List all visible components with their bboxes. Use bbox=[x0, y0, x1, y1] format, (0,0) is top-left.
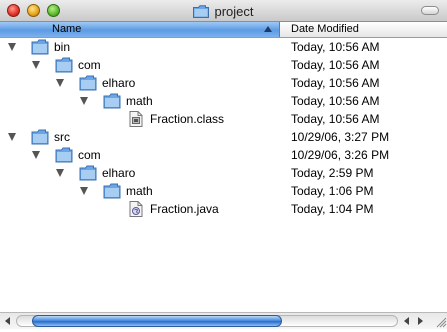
folder-icon bbox=[31, 129, 49, 145]
name-column-header[interactable]: Name bbox=[0, 22, 280, 37]
folder-icon[interactable] bbox=[193, 4, 210, 18]
item-name: com bbox=[78, 58, 101, 72]
list-item[interactable]: src 10/29/06, 3:27 PM bbox=[0, 128, 447, 146]
list-item[interactable]: com Today, 10:56 AM bbox=[0, 56, 447, 74]
window-title: project bbox=[214, 3, 254, 19]
item-date-modified: Today, 2:59 PM bbox=[291, 166, 374, 180]
item-date-modified: 10/29/06, 3:27 PM bbox=[291, 130, 390, 144]
item-date-modified: Today, 10:56 AM bbox=[291, 76, 380, 90]
list-item[interactable]: math Today, 10:56 AM bbox=[0, 92, 447, 110]
item-name: bin bbox=[54, 40, 71, 54]
folder-icon bbox=[31, 39, 49, 55]
item-date-modified: Today, 10:56 AM bbox=[291, 40, 380, 54]
item-name: src bbox=[54, 130, 70, 144]
finder-window: project Name Date Modified bin Today, 10… bbox=[0, 0, 447, 329]
date-modified-column-header[interactable]: Date Modified bbox=[281, 22, 447, 37]
list-item[interactable]: bin Today, 10:56 AM bbox=[0, 38, 447, 56]
class-file-icon bbox=[129, 111, 143, 127]
scroll-thumb[interactable] bbox=[32, 315, 282, 327]
item-name: Fraction.class bbox=[150, 112, 225, 126]
resize-grip-icon[interactable] bbox=[433, 313, 447, 329]
file-list: bin Today, 10:56 AM com Today, 10:56 AM … bbox=[0, 38, 447, 312]
item-name: Fraction.java bbox=[150, 202, 219, 216]
toolbar-toggle-button[interactable] bbox=[421, 6, 439, 15]
item-name: elharo bbox=[102, 76, 136, 90]
folder-icon bbox=[103, 183, 121, 199]
folder-icon bbox=[55, 57, 73, 73]
disclosure-triangle-icon[interactable] bbox=[56, 169, 64, 177]
item-name: com bbox=[78, 148, 101, 162]
folder-icon bbox=[79, 165, 97, 181]
item-date-modified: Today, 10:56 AM bbox=[291, 112, 380, 126]
list-item[interactable]: elharo Today, 2:59 PM bbox=[0, 164, 447, 182]
item-date-modified: Today, 10:56 AM bbox=[291, 94, 380, 108]
title-bar[interactable]: project bbox=[0, 0, 447, 22]
item-date-modified: 10/29/06, 3:26 PM bbox=[291, 148, 390, 162]
name-column-label: Name bbox=[52, 23, 82, 35]
disclosure-triangle-icon[interactable] bbox=[32, 61, 40, 69]
disclosure-triangle-icon[interactable] bbox=[32, 151, 40, 159]
scroll-left-icon[interactable] bbox=[2, 315, 14, 327]
item-name: math bbox=[126, 94, 153, 108]
folder-icon bbox=[103, 93, 121, 109]
list-item[interactable]: Fraction.class Today, 10:56 AM bbox=[0, 110, 447, 128]
title-wrap: project bbox=[0, 0, 447, 22]
item-date-modified: Today, 1:04 PM bbox=[291, 202, 374, 216]
disclosure-triangle-icon[interactable] bbox=[8, 133, 16, 141]
date-modified-column-label: Date Modified bbox=[291, 23, 359, 35]
item-name: elharo bbox=[102, 166, 136, 180]
list-item[interactable]: Fraction.java Today, 1:04 PM bbox=[0, 200, 447, 218]
list-item[interactable]: math Today, 1:06 PM bbox=[0, 182, 447, 200]
sort-ascending-icon bbox=[264, 26, 272, 32]
disclosure-triangle-icon[interactable] bbox=[8, 43, 16, 51]
item-name: math bbox=[126, 184, 153, 198]
scroll-left-icon[interactable] bbox=[401, 315, 413, 327]
disclosure-triangle-icon[interactable] bbox=[80, 97, 88, 105]
horizontal-scrollbar[interactable] bbox=[0, 312, 447, 329]
item-date-modified: Today, 10:56 AM bbox=[291, 58, 380, 72]
item-date-modified: Today, 1:06 PM bbox=[291, 184, 374, 198]
scroll-right-icon[interactable] bbox=[414, 315, 426, 327]
disclosure-triangle-icon[interactable] bbox=[80, 187, 88, 195]
folder-icon bbox=[55, 147, 73, 163]
list-item[interactable]: elharo Today, 10:56 AM bbox=[0, 74, 447, 92]
list-item[interactable]: com 10/29/06, 3:26 PM bbox=[0, 146, 447, 164]
java-file-icon bbox=[129, 201, 143, 217]
folder-icon bbox=[79, 75, 97, 91]
disclosure-triangle-icon[interactable] bbox=[56, 79, 64, 87]
column-header-bar: Name Date Modified bbox=[0, 22, 447, 38]
